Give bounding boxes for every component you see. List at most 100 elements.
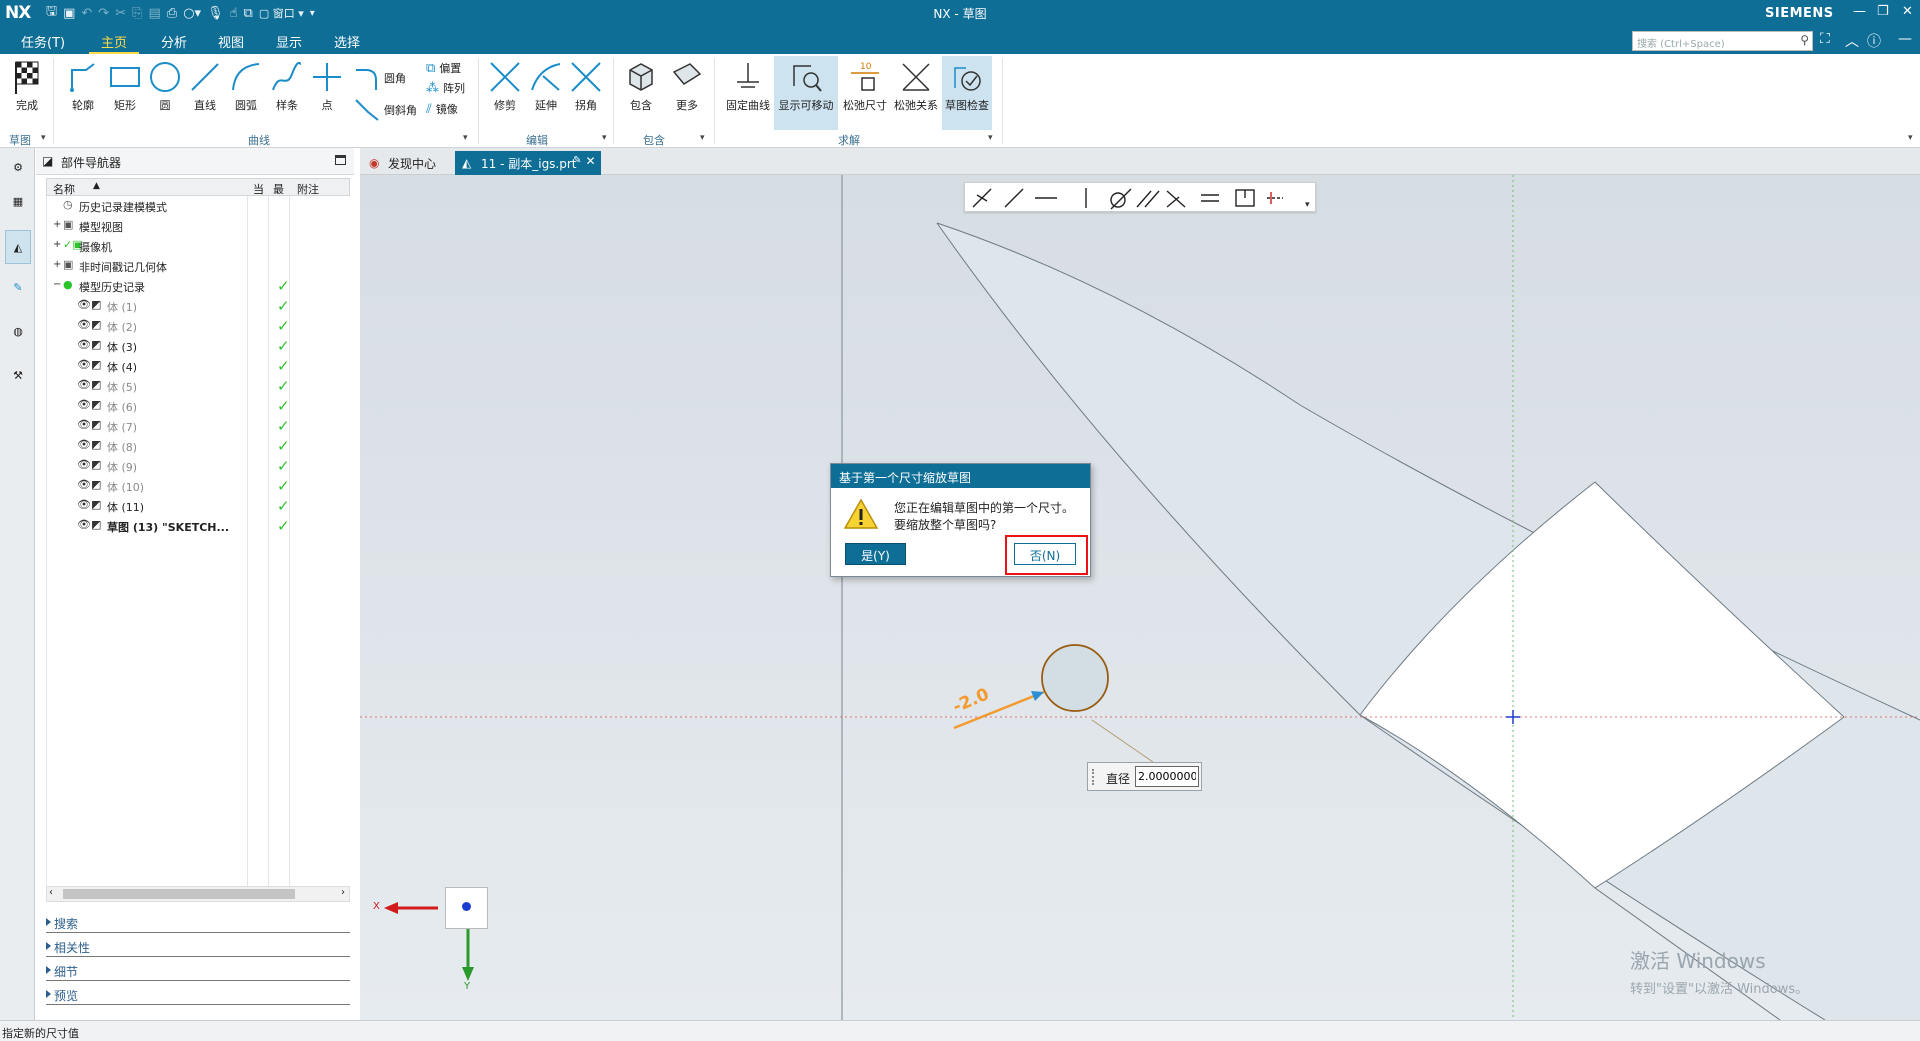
close-tab-icon[interactable]: ✕ bbox=[585, 154, 595, 168]
parallel-icon[interactable] bbox=[1136, 190, 1152, 208]
tree-row[interactable]: 👁◩ 草图 (13) "SKETCH... ✓ bbox=[47, 516, 351, 536]
tree-row[interactable]: 👁◩ 体 (3) ✓ bbox=[47, 336, 351, 356]
visibility-eye-icon[interactable]: 👁◩ bbox=[77, 298, 101, 311]
chevron-down-icon[interactable]: ▾ bbox=[463, 133, 468, 143]
tree-row[interactable]: 👁◩ 体 (9) ✓ bbox=[47, 456, 351, 476]
expand-icon[interactable]: + bbox=[53, 219, 61, 230]
tab-select[interactable]: 选择 bbox=[334, 32, 360, 51]
rectangle-button[interactable]: 矩形 bbox=[106, 60, 144, 113]
expand-icon[interactable]: + bbox=[53, 239, 61, 250]
tree-row[interactable]: 👁◩ 体 (6) ✓ bbox=[47, 396, 351, 416]
diameter-value-input[interactable] bbox=[1135, 766, 1199, 787]
tab-home[interactable]: 主页 bbox=[101, 32, 127, 51]
tools-icon[interactable]: ⚒ bbox=[5, 362, 31, 388]
circle-button[interactable]: 圆 bbox=[146, 60, 184, 113]
paste-icon[interactable]: ▤ bbox=[149, 6, 161, 21]
tab-part-file[interactable]: ◭ 11 - 副本_igs.prt ✎ ✕ bbox=[455, 151, 601, 175]
collapse-icon[interactable]: − bbox=[53, 279, 61, 290]
circle-select-icon[interactable]: ○▾ bbox=[183, 6, 201, 21]
scroll-left-icon[interactable]: ‹ bbox=[49, 887, 53, 898]
toolbar-more-icon[interactable]: ▾ bbox=[1305, 200, 1310, 210]
sketch-check-button[interactable]: 草图检查 bbox=[942, 56, 992, 130]
print-icon[interactable]: ⎙ bbox=[167, 6, 177, 21]
more-button[interactable]: 更多 bbox=[668, 60, 706, 113]
gear-icon[interactable]: ⚙ bbox=[5, 154, 31, 180]
collapse-ribbon-icon[interactable]: ︿ bbox=[1845, 31, 1859, 51]
visibility-eye-icon[interactable]: 👁◩ bbox=[77, 498, 101, 511]
visibility-eye-icon[interactable]: 👁◩ bbox=[77, 338, 101, 351]
include-button[interactable]: 包含 bbox=[622, 60, 660, 113]
tree-row[interactable]: 👁◩ 体 (7) ✓ bbox=[47, 416, 351, 436]
column-current[interactable]: 当 bbox=[253, 181, 264, 197]
scroll-right-icon[interactable]: › bbox=[341, 887, 345, 898]
visibility-eye-icon[interactable]: 👁◩ bbox=[77, 318, 101, 331]
line-button[interactable]: 直线 bbox=[186, 60, 224, 113]
tab-analysis[interactable]: 分析 bbox=[161, 32, 187, 51]
window-menu[interactable]: ▢ 窗口 ▾ bbox=[259, 5, 304, 21]
tree-row[interactable]: 👁◩ 体 (4) ✓ bbox=[47, 356, 351, 376]
point-on-curve-icon[interactable] bbox=[1004, 188, 1024, 208]
tree-row[interactable]: + ▣ 模型视图 bbox=[47, 216, 351, 236]
search-icon[interactable]: ⚲ bbox=[1800, 33, 1809, 47]
fullscreen-icon[interactable]: ⛶ bbox=[1820, 31, 1830, 47]
relax-relations-button[interactable]: 松弛关系 bbox=[891, 60, 941, 113]
tree-row[interactable]: 👁◩ 体 (2) ✓ bbox=[47, 316, 351, 336]
minimize-icon[interactable]: — bbox=[1853, 4, 1866, 19]
tab-view[interactable]: 视图 bbox=[218, 32, 244, 51]
ribbon-expand-icon[interactable]: ▾ bbox=[1908, 133, 1913, 143]
fix-curve-button[interactable]: 固定曲线 bbox=[723, 60, 773, 113]
touch-mode-icon[interactable]: ☝ bbox=[230, 6, 238, 21]
chevron-down-icon[interactable]: ▾ bbox=[602, 133, 607, 143]
pattern-button[interactable]: ⁂ 阵列 bbox=[426, 80, 465, 96]
save-icon[interactable]: 🖫 bbox=[46, 2, 57, 24]
wcs-origin-box[interactable] bbox=[445, 887, 488, 929]
copy-icon[interactable]: ⎘ bbox=[132, 6, 142, 21]
extend-button[interactable]: 延伸 bbox=[527, 60, 565, 113]
tree-row[interactable]: − ● 模型历史记录 ✓ bbox=[47, 276, 351, 296]
expand-icon[interactable]: + bbox=[53, 259, 61, 270]
relax-dimension-button[interactable]: 10 松弛尺寸 bbox=[840, 60, 890, 113]
visibility-eye-icon[interactable]: 👁◩ bbox=[77, 418, 101, 431]
tangent-icon[interactable] bbox=[1110, 192, 1126, 208]
tab-display[interactable]: 显示 bbox=[276, 32, 302, 51]
maximize-panel-icon[interactable] bbox=[335, 155, 346, 165]
arc-button[interactable]: 圆弧 bbox=[227, 60, 265, 113]
cut-icon[interactable]: ✂ bbox=[115, 6, 126, 21]
undo-icon[interactable]: ↶ bbox=[81, 6, 92, 21]
section-details[interactable]: 细节 bbox=[46, 957, 350, 981]
scrollbar-thumb[interactable] bbox=[63, 889, 295, 899]
corner-button[interactable]: 拐角 bbox=[567, 60, 605, 113]
column-latest[interactable]: 最 bbox=[273, 181, 284, 197]
visibility-eye-icon[interactable]: 👁◩ bbox=[77, 518, 101, 531]
chamfer-button[interactable]: 倒斜角 bbox=[354, 98, 417, 122]
tree-row[interactable]: 👁◩ 体 (8) ✓ bbox=[47, 436, 351, 456]
chevron-down-icon[interactable]: ▾ bbox=[41, 133, 46, 143]
save-all-icon[interactable]: ▣ bbox=[63, 6, 75, 21]
offset-button[interactable]: ⧉ 偏置 bbox=[426, 60, 461, 76]
visibility-eye-icon[interactable]: 👁◩ bbox=[77, 358, 101, 371]
restore-icon[interactable]: ❐ bbox=[1877, 4, 1889, 19]
section-search[interactable]: 搜索 bbox=[46, 909, 350, 933]
tree-row[interactable]: 👁◩ 体 (11) ✓ bbox=[47, 496, 351, 516]
graphics-window[interactable]: X Y -2.0 bbox=[360, 175, 1920, 1020]
tree-row[interactable]: ◷ 历史记录建模模式 bbox=[47, 196, 351, 216]
close-icon[interactable]: ✕ bbox=[1902, 4, 1913, 19]
assembly-navigator-icon[interactable]: ▦ bbox=[5, 188, 31, 214]
tab-task[interactable]: 任务(T) bbox=[21, 32, 65, 51]
drag-handle-icon[interactable] bbox=[1092, 769, 1098, 785]
tree-row[interactable]: + ▣ 非时间戳记几何体 bbox=[47, 256, 351, 276]
horizontal-scrollbar[interactable]: ‹ › bbox=[46, 886, 350, 902]
tab-discovery-center[interactable]: ◉ 发现中心 bbox=[362, 151, 444, 175]
sketch-circle[interactable] bbox=[1041, 644, 1109, 712]
microphone-icon[interactable]: 🎙 bbox=[207, 6, 224, 21]
web-browser-icon[interactable]: ◍ bbox=[5, 318, 31, 344]
visibility-eye-icon[interactable]: 👁◩ bbox=[77, 458, 101, 471]
show-movable-button[interactable]: 显示可移动 bbox=[774, 56, 838, 130]
point-button[interactable]: 点 bbox=[308, 60, 346, 113]
section-preview[interactable]: 预览 bbox=[46, 981, 350, 1005]
redo-icon[interactable]: ↷ bbox=[98, 6, 109, 21]
ribbon-options-icon[interactable]: — bbox=[1898, 31, 1912, 47]
mirror-button[interactable]: ⫽ 镜像 bbox=[426, 101, 458, 117]
no-button[interactable]: 否(N) bbox=[1014, 543, 1076, 565]
section-dependencies[interactable]: 相关性 bbox=[46, 933, 350, 957]
